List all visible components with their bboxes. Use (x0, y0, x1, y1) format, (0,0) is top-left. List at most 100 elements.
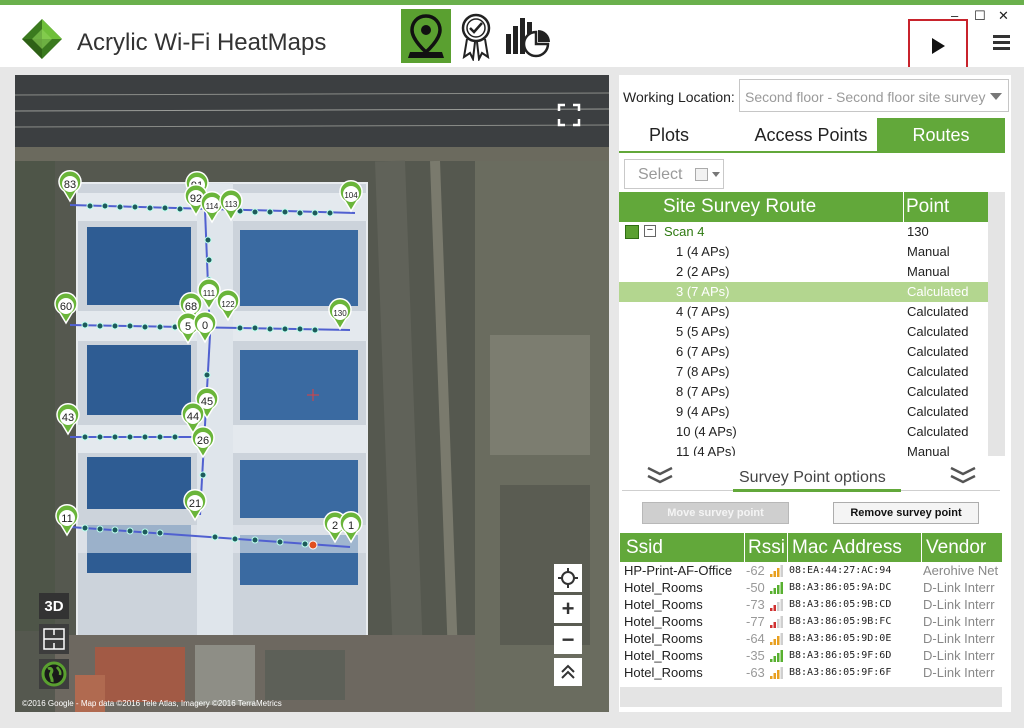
ap-row[interactable]: HP-Print-AF-Office -62 08:EA:44:27:AC:94 Ae… (620, 562, 1002, 579)
maximize-button[interactable]: ☐ (974, 8, 986, 24)
ssid-column-header[interactable]: Ssid (626, 537, 663, 559)
ap-vendor: D-Link Interr (923, 631, 995, 646)
ap-row[interactable]: Hotel_Rooms -50 B8:A3:86:05:9A:DC D-Link In… (620, 579, 1002, 596)
working-location-label: Working Location: (623, 89, 735, 105)
fullscreen-icon (557, 103, 581, 127)
zoom-in-button[interactable]: + (554, 595, 582, 623)
route-point: Calculated (907, 344, 969, 359)
ap-vendor: Aerohive Net (923, 563, 999, 578)
route-column-header[interactable]: Site Survey Route (663, 196, 816, 218)
tab-access-points[interactable]: Access Points (744, 118, 878, 152)
marker-label: 113 (225, 200, 238, 209)
hamburger-menu-icon[interactable] (993, 35, 1010, 53)
rssi-column-header[interactable]: Rssi (748, 537, 785, 559)
zoom-out-button[interactable]: − (554, 626, 582, 654)
double-chevron-down-icon[interactable] (948, 464, 978, 486)
marker-label: 114 (206, 202, 219, 211)
ap-ssid: Hotel_Rooms (624, 580, 703, 595)
marker-label: 26 (197, 435, 209, 447)
satellite-map[interactable]: 8391921141131046068501111221304544432621… (15, 75, 609, 712)
vendor-column-header[interactable]: Vendor (926, 537, 986, 559)
ap-rssi: -62 (746, 563, 765, 578)
route-row[interactable]: 3 (7 APs) Calculated (619, 282, 988, 302)
globe-view-button[interactable] (39, 659, 69, 689)
ap-vendor: D-Link Interr (923, 665, 995, 680)
tab-routes[interactable]: Routes (877, 118, 1005, 152)
route-row[interactable]: 6 (7 APs) Calculated (619, 342, 988, 362)
view-3d-button[interactable]: 3D (39, 593, 69, 619)
mac-column-header[interactable]: Mac Address (792, 537, 902, 559)
scan-row[interactable]: − Scan 4 130 (619, 222, 988, 242)
marker-label: 111 (203, 289, 216, 298)
tab-underline (619, 151, 1005, 153)
route-name: 4 (7 APs) (676, 304, 730, 319)
ap-table-scrollbar[interactable] (620, 687, 1002, 707)
route-row[interactable]: 10 (4 APs) Calculated (619, 422, 988, 442)
nav-certify-button[interactable] (451, 9, 501, 63)
ap-row[interactable]: Hotel_Rooms -73 B8:A3:86:05:9B:CD D-Link In… (620, 596, 1002, 613)
double-chevron-down-icon[interactable] (645, 464, 675, 486)
route-name: 8 (7 APs) (676, 384, 730, 399)
close-button[interactable]: ✕ (998, 8, 1009, 24)
route-row[interactable]: 7 (8 APs) Calculated (619, 362, 988, 382)
route-name: 7 (8 APs) (676, 364, 730, 379)
signal-strength-icon (770, 633, 783, 645)
signal-strength-icon (770, 667, 783, 679)
fullscreen-button[interactable] (554, 100, 584, 130)
route-row[interactable]: 9 (4 APs) Calculated (619, 402, 988, 422)
collapse-icon[interactable]: − (644, 225, 656, 237)
route-point: Calculated (907, 324, 969, 339)
route-table-scrollbar[interactable] (988, 192, 1005, 456)
route-row[interactable]: 11 (4 APs) Manual (619, 442, 988, 456)
working-location-select[interactable]: Second floor - Second floor site survey (739, 79, 1009, 112)
tab-plots[interactable]: Plots (619, 118, 719, 152)
select-dropdown[interactable]: Select (624, 159, 724, 189)
play-icon (932, 37, 945, 54)
marker-label: 0 (202, 320, 208, 332)
ap-mac: B8:A3:86:05:9F:6F (789, 667, 892, 678)
ap-row[interactable]: Hotel_Rooms -63 B8:A3:86:05:9F:6F D-Link In… (620, 664, 1002, 681)
app-title: Acrylic Wi-Fi HeatMaps (77, 29, 327, 56)
route-row[interactable]: 5 (5 APs) Calculated (619, 322, 988, 342)
survey-options-title: Survey Point options (739, 469, 886, 486)
route-row[interactable]: 1 (4 APs) Manual (619, 242, 988, 262)
marker-label: 83 (64, 179, 76, 191)
select-checkbox[interactable] (695, 168, 708, 181)
ap-ssid: Hotel_Rooms (624, 631, 703, 646)
route-row[interactable]: 4 (7 APs) Calculated (619, 302, 988, 322)
signal-strength-icon (770, 616, 783, 628)
route-point: Calculated (907, 304, 969, 319)
route-table-body: − Scan 4 130 1 (4 APs) Manual 2 (2 APs) Man… (619, 222, 988, 456)
nav-map-button[interactable] (401, 9, 451, 63)
floorplan-icon (43, 628, 65, 650)
move-survey-point-button[interactable]: Move survey point (642, 502, 789, 524)
globe-icon (41, 661, 67, 687)
marker-label: 122 (221, 300, 235, 309)
route-row[interactable]: 8 (7 APs) Calculated (619, 382, 988, 402)
nav-reports-button[interactable] (501, 9, 551, 63)
route-point: Calculated (907, 384, 969, 399)
scan-checkbox[interactable] (625, 225, 639, 239)
play-button[interactable] (908, 19, 968, 72)
ap-table-body: HP-Print-AF-Office -62 08:EA:44:27:AC:94 Ae… (620, 562, 1002, 687)
layers-up-button[interactable] (554, 658, 582, 686)
locate-button[interactable] (554, 564, 582, 592)
marker-label: 104 (344, 191, 358, 200)
ap-rssi: -35 (746, 648, 765, 663)
route-name: 2 (2 APs) (676, 264, 730, 279)
plan-view-button[interactable] (39, 624, 69, 654)
ap-row[interactable]: Hotel_Rooms -77 B8:A3:86:05:9B:FC D-Link In… (620, 613, 1002, 630)
point-column-header[interactable]: Point (906, 196, 949, 218)
ap-row[interactable]: Hotel_Rooms -64 B8:A3:86:05:9D:0E D-Link In… (620, 630, 1002, 647)
marker-label: 11 (61, 513, 72, 525)
route-point: Manual (907, 244, 950, 259)
certificate-icon (461, 13, 491, 61)
marker-label: 60 (60, 301, 72, 313)
chevron-down-icon (712, 172, 720, 177)
route-row[interactable]: 2 (2 APs) Manual (619, 262, 988, 282)
ap-rssi: -50 (746, 580, 765, 595)
marker-label: 68 (185, 301, 197, 313)
remove-survey-point-button[interactable]: Remove survey point (833, 502, 979, 524)
ap-row[interactable]: Hotel_Rooms -35 B8:A3:86:05:9F:6D D-Link In… (620, 647, 1002, 664)
ap-ssid: Hotel_Rooms (624, 648, 703, 663)
